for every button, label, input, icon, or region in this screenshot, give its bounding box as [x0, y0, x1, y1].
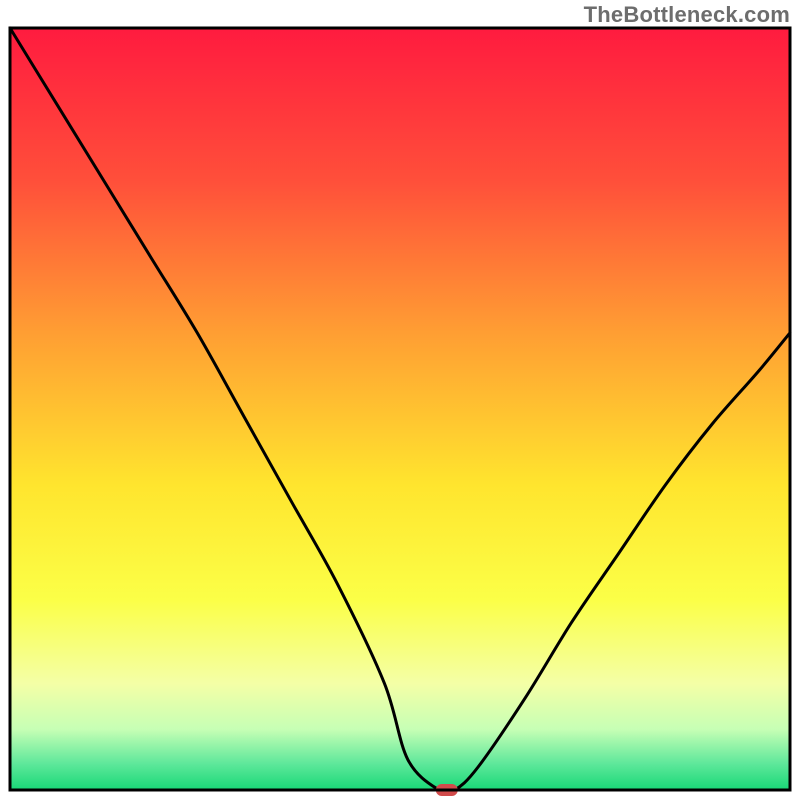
bottleneck-chart	[0, 0, 800, 800]
watermark-text: TheBottleneck.com	[584, 2, 790, 28]
chart-container: TheBottleneck.com	[0, 0, 800, 800]
plot-background	[10, 28, 790, 790]
